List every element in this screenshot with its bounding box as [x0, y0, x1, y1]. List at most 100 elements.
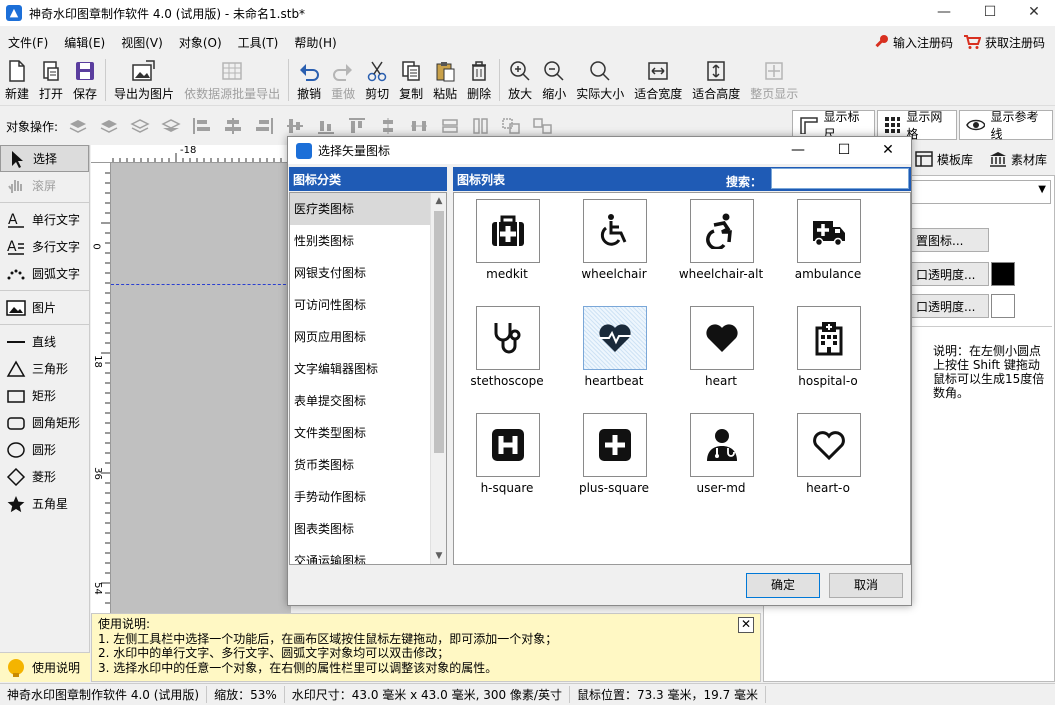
round-rect-tool[interactable]: 圆角矩形 [0, 409, 89, 436]
help-close-icon[interactable]: ✕ [738, 617, 754, 633]
zoom-in-button[interactable]: 放大 [503, 56, 537, 104]
menu-tools[interactable]: 工具(T) [230, 34, 287, 51]
bring-to-front-icon[interactable] [67, 116, 89, 136]
icon-item-wheelchair[interactable]: wheelchair [561, 193, 667, 293]
fit-width-button[interactable]: 适合宽度 [629, 56, 687, 104]
border-transparency-button[interactable]: 口透明度... [911, 294, 989, 318]
open-button[interactable]: 打开 [34, 56, 68, 104]
fill-transparency-button[interactable]: 口透明度... [911, 262, 989, 286]
dialog-minimize-button[interactable]: — [775, 137, 821, 164]
align-left-icon[interactable] [191, 116, 213, 136]
ungroup-icon[interactable] [532, 116, 554, 136]
redo-button[interactable]: 重做 [326, 56, 360, 104]
category-item[interactable]: 手势动作图标 [290, 481, 446, 513]
fit-height-button[interactable]: 适合高度 [687, 56, 745, 104]
new-button[interactable]: 新建 [0, 56, 34, 104]
icon-item-plus-square[interactable]: plus-square [561, 407, 667, 507]
scroll-down-icon[interactable]: ▼ [431, 548, 446, 564]
icon-item-heart-o[interactable]: heart-o [775, 407, 881, 507]
category-item[interactable]: 可访问性图标 [290, 289, 446, 321]
icon-item-user-md[interactable]: user-md [668, 407, 774, 507]
category-item[interactable]: 医疗类图标 [290, 193, 446, 225]
icon-item-heart[interactable]: heart [668, 300, 774, 400]
single-text-tool[interactable]: A 单行文字 [0, 206, 89, 233]
icon-item-heartbeat[interactable]: heartbeat [561, 300, 667, 400]
design-canvas[interactable] [91, 145, 291, 613]
menu-file[interactable]: 文件(F) [0, 34, 56, 51]
icon-item-h-square[interactable]: h-square [454, 407, 560, 507]
menu-edit[interactable]: 编辑(E) [56, 34, 113, 51]
maximize-button[interactable]: ☐ [967, 0, 1013, 26]
align-middle-icon[interactable] [284, 116, 306, 136]
scrollbar-thumb[interactable] [434, 211, 444, 453]
help-button[interactable]: 使用说明 [0, 652, 90, 682]
category-item[interactable]: 文字编辑器图标 [290, 353, 446, 385]
get-code-link[interactable]: 获取注册码 [963, 34, 1045, 51]
category-item[interactable]: 货币类图标 [290, 449, 446, 481]
border-color-swatch[interactable] [991, 294, 1015, 318]
same-height-icon[interactable] [470, 116, 492, 136]
fit-page-button[interactable]: 整页显示 [745, 56, 803, 104]
triangle-tool[interactable]: 三角形 [0, 355, 89, 382]
close-button[interactable]: ✕ [1011, 0, 1055, 26]
cancel-button[interactable]: 取消 [829, 573, 903, 598]
category-item[interactable]: 网银支付图标 [290, 257, 446, 289]
register-code-link[interactable]: 输入注册码 [873, 34, 953, 51]
arc-text-tool[interactable]: 圆弧文字 [0, 260, 89, 287]
delete-button[interactable]: 删除 [462, 56, 496, 104]
tab-material[interactable]: 素材库 [985, 145, 1051, 173]
diamond-tool[interactable]: 菱形 [0, 463, 89, 490]
distribute-v-icon[interactable] [377, 116, 399, 136]
category-item[interactable]: 表单提交图标 [290, 385, 446, 417]
star-tool[interactable]: 五角星 [0, 490, 89, 517]
send-backward-icon[interactable] [129, 116, 151, 136]
category-item[interactable]: 交通运输图标 [290, 545, 446, 564]
category-item[interactable]: 性别类图标 [290, 225, 446, 257]
send-to-back-icon[interactable] [160, 116, 182, 136]
scroll-up-icon[interactable]: ▲ [431, 193, 446, 209]
line-tool[interactable]: 直线 [0, 328, 89, 355]
category-scrollbar[interactable]: ▲ ▼ [430, 193, 446, 564]
icon-item-stethoscope[interactable]: stethoscope [454, 300, 560, 400]
rect-tool[interactable]: 矩形 [0, 382, 89, 409]
fill-color-swatch[interactable] [991, 262, 1015, 286]
search-input[interactable] [771, 168, 909, 189]
dialog-maximize-button[interactable]: ☐ [821, 137, 867, 164]
minimize-button[interactable]: — [921, 0, 967, 26]
category-item[interactable]: 网页应用图标 [290, 321, 446, 353]
copy-button[interactable]: 复制 [394, 56, 428, 104]
select-tool[interactable]: 选择 [0, 145, 89, 172]
icon-item-wheelchair-alt[interactable]: wheelchair-alt [668, 193, 774, 293]
circle-tool[interactable]: 圆形 [0, 436, 89, 463]
paste-button[interactable]: 粘贴 [428, 56, 462, 104]
bring-forward-icon[interactable] [98, 116, 120, 136]
image-tool[interactable]: 图片 [0, 294, 89, 321]
icon-item-medkit[interactable]: medkit [454, 193, 560, 293]
tab-template[interactable]: 模板库 [911, 145, 977, 173]
save-button[interactable]: 保存 [68, 56, 102, 104]
align-center-icon[interactable] [222, 116, 244, 136]
align-bottom-icon[interactable] [315, 116, 337, 136]
same-width-icon[interactable] [439, 116, 461, 136]
batch-export-button[interactable]: 依数据源批量导出 [179, 56, 285, 104]
actual-size-button[interactable]: 实际大小 [571, 56, 629, 104]
show-guides-toggle[interactable]: 显示参考线 [959, 110, 1053, 141]
ok-button[interactable]: 确定 [746, 573, 820, 598]
menu-view[interactable]: 视图(V) [113, 34, 171, 51]
align-top-icon[interactable] [346, 116, 368, 136]
export-image-button[interactable]: 导出为图片 [109, 56, 179, 104]
guide-line[interactable] [111, 284, 291, 285]
align-right-icon[interactable] [253, 116, 275, 136]
icon-pick-button[interactable]: 置图标... [911, 228, 989, 252]
scroll-tool[interactable]: 滚屏 [0, 172, 89, 199]
category-item[interactable]: 图表类图标 [290, 513, 446, 545]
menu-object[interactable]: 对象(O) [171, 34, 230, 51]
undo-button[interactable]: 撤销 [292, 56, 326, 104]
property-select[interactable]: ▼ [911, 180, 1051, 204]
category-item[interactable]: 文件类型图标 [290, 417, 446, 449]
cut-button[interactable]: 剪切 [360, 56, 394, 104]
group-icon[interactable] [501, 116, 523, 136]
dialog-close-button[interactable]: ✕ [865, 137, 911, 164]
icon-item-hospital-o[interactable]: hospital-o [775, 300, 881, 400]
distribute-h-icon[interactable] [408, 116, 430, 136]
